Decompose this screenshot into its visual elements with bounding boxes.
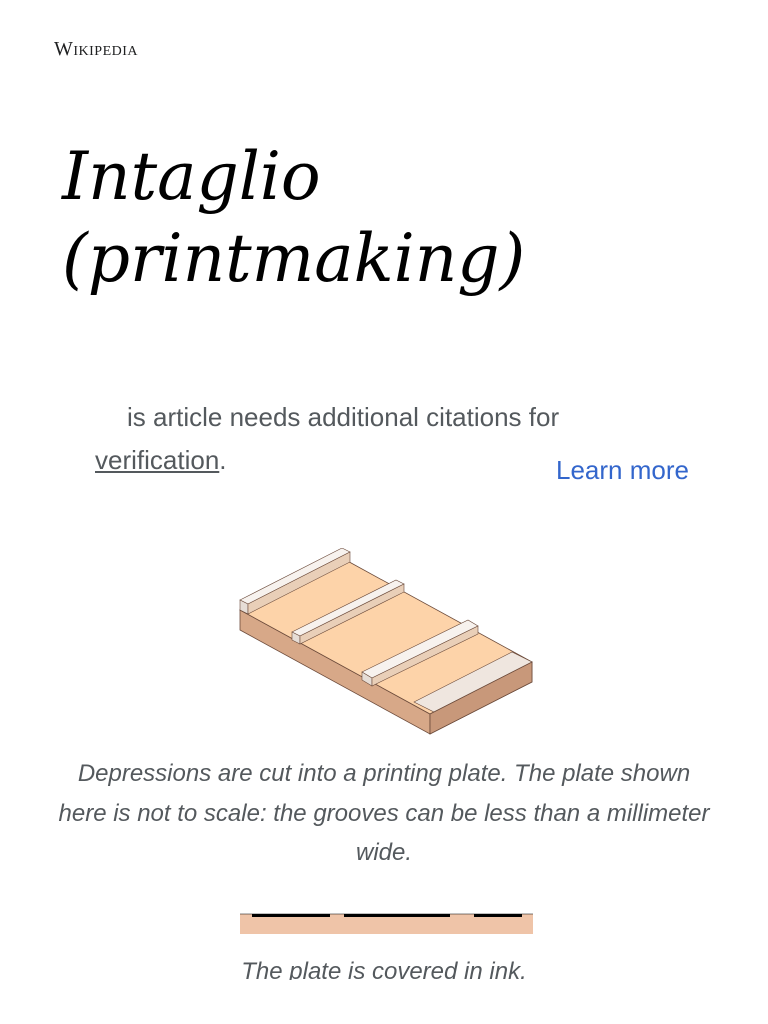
- notice-text: is article needs additional citations fo…: [127, 402, 560, 432]
- ink-layer: [474, 914, 522, 917]
- wikipedia-wordmark[interactable]: Wikipedia: [54, 38, 138, 61]
- inked-plate-illustration[interactable]: [240, 910, 533, 934]
- ink-layer: [252, 914, 330, 917]
- figure-caption: Depressions are cut into a printing plat…: [58, 760, 710, 866]
- verification-link[interactable]: verification: [95, 445, 219, 475]
- figure-caption: The plate is covered in ink.: [241, 958, 527, 980]
- learn-more-link[interactable]: Learn more: [556, 455, 689, 486]
- notice-period: .: [219, 445, 227, 475]
- ink-layer: [344, 914, 450, 917]
- plate-grooves-illustration[interactable]: [230, 548, 540, 744]
- page-title: Intaglio (printmaking): [62, 138, 526, 297]
- citation-notice: is article needs additional citations fo…: [95, 396, 635, 482]
